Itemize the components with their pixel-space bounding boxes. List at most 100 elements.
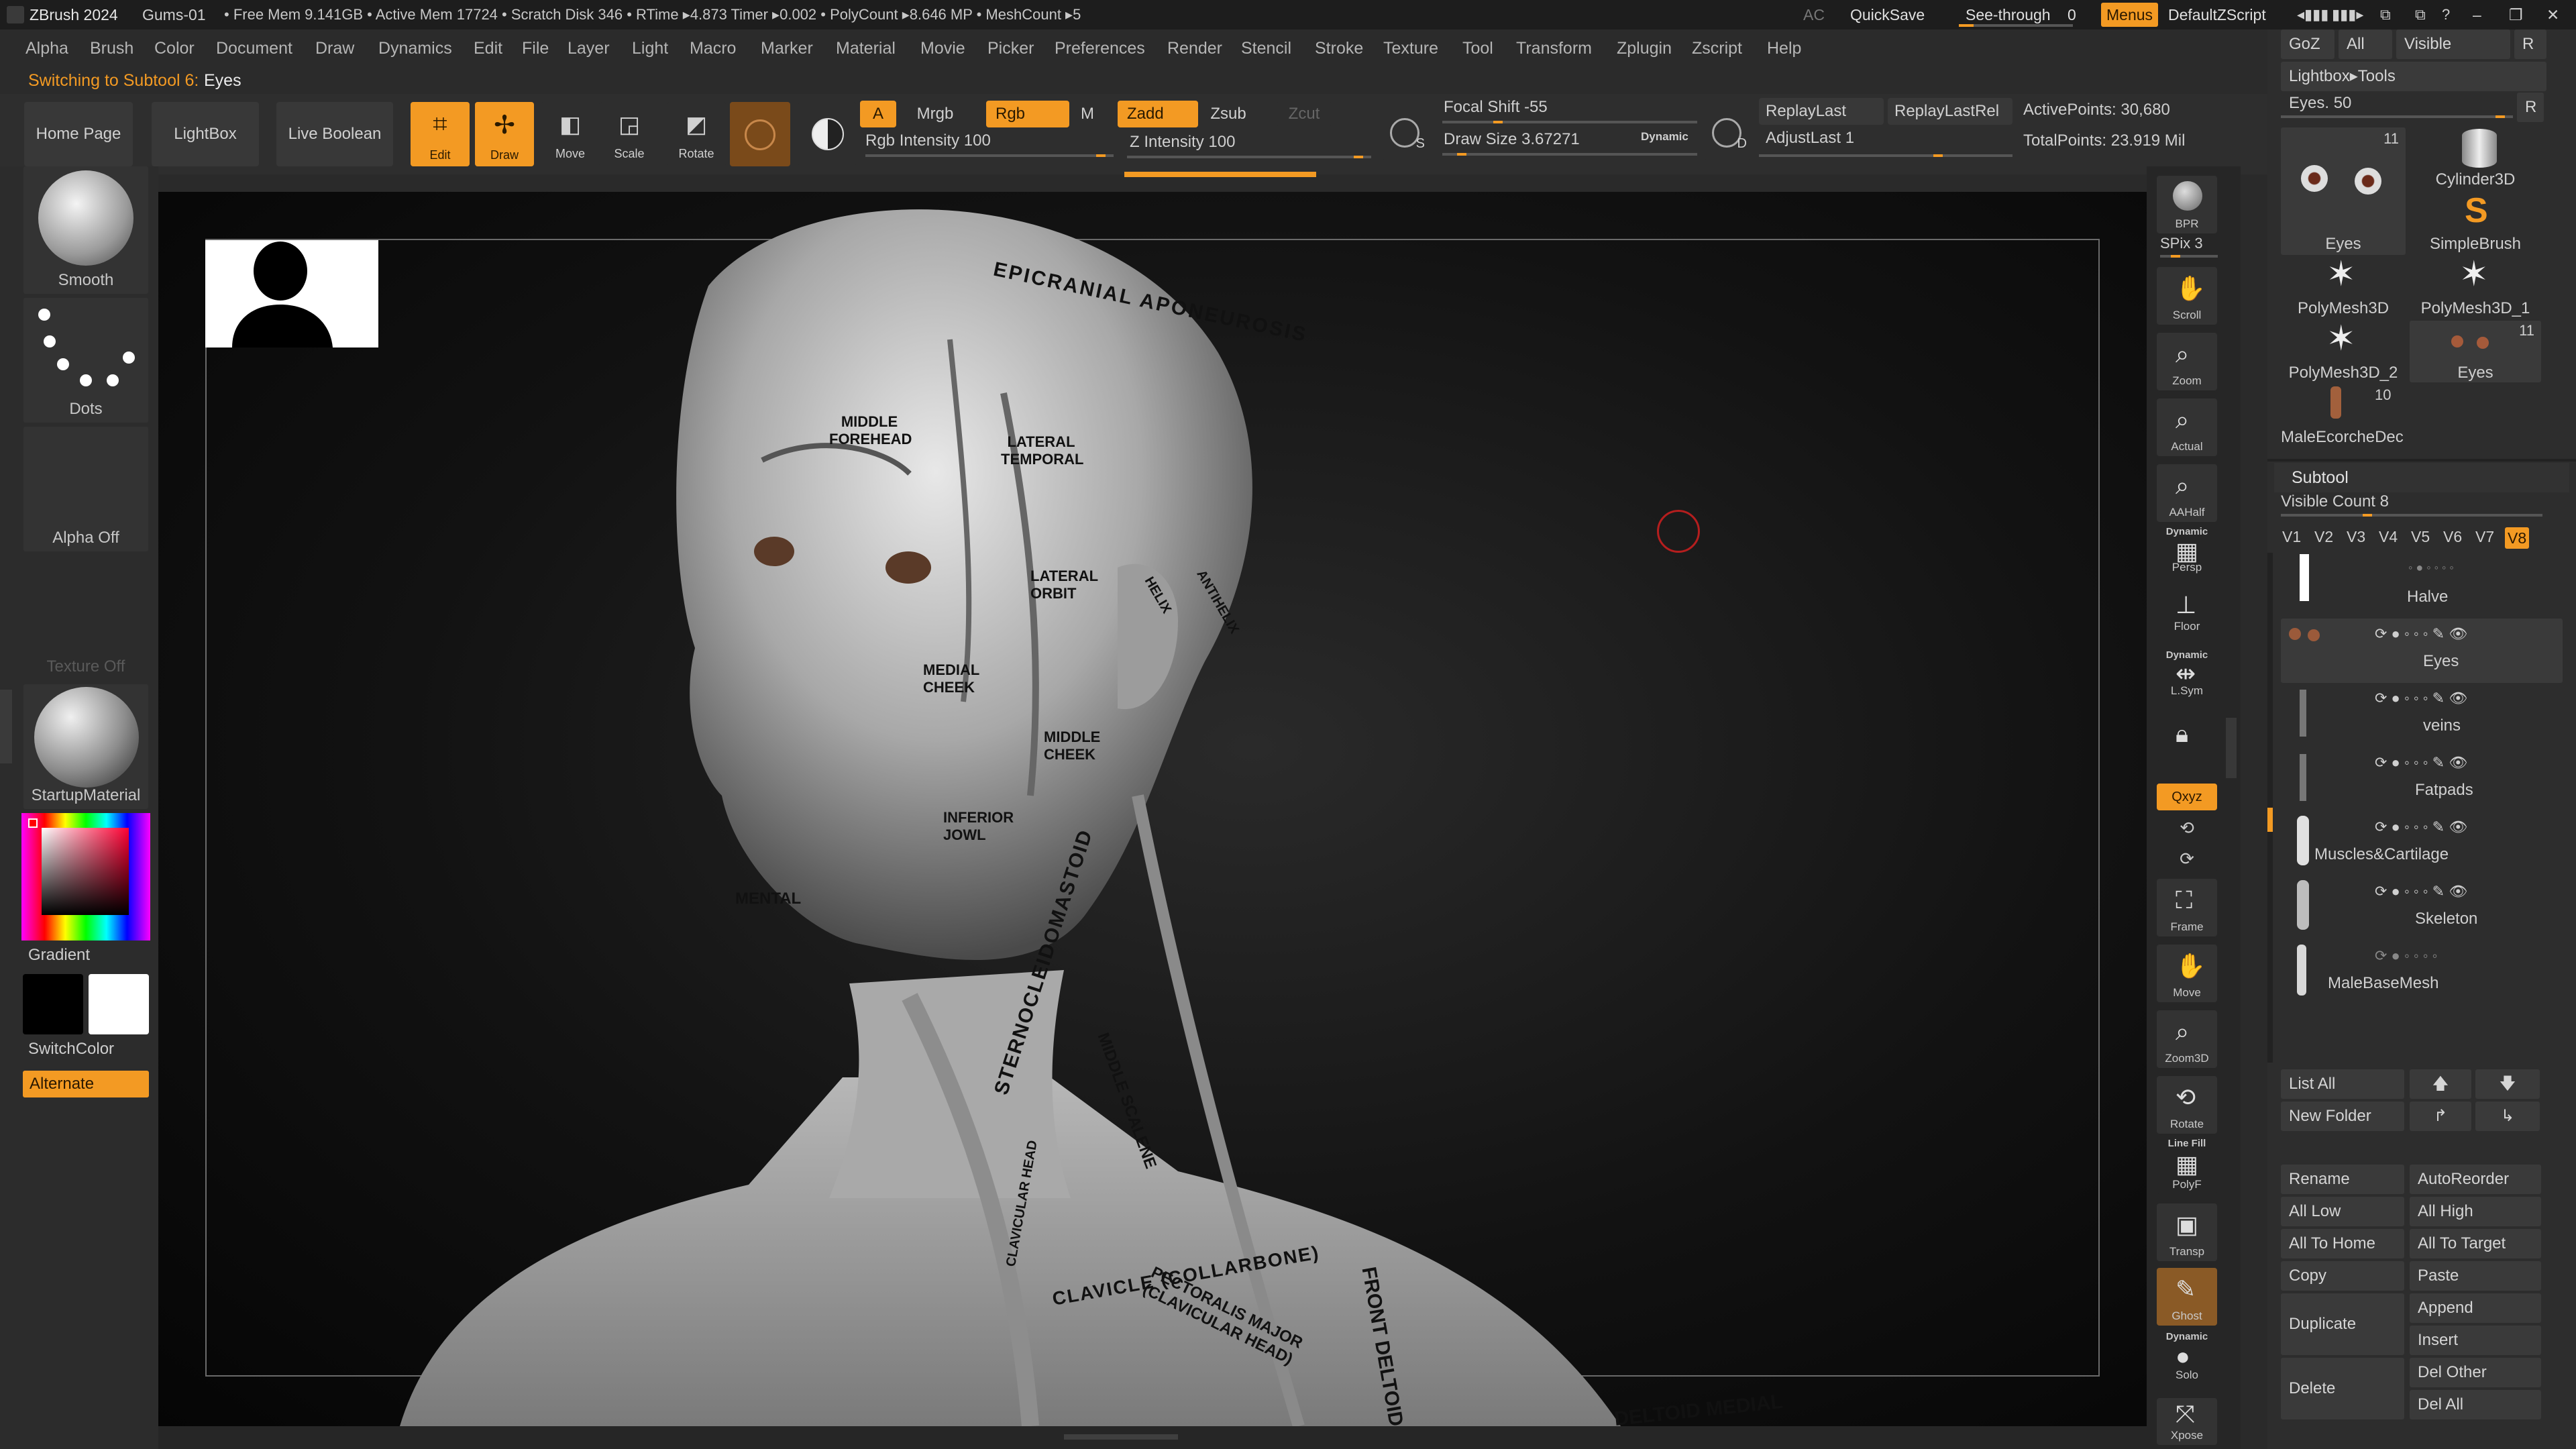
layout-2-icon[interactable]: ⧉: [2415, 0, 2426, 30]
menu-texture[interactable]: Texture: [1383, 30, 1438, 67]
tool-thumb-polymesh3d-2[interactable]: ✶ PolyMesh3D_2: [2281, 321, 2406, 382]
draw-size-slider[interactable]: [1442, 153, 1697, 156]
insert-button[interactable]: Insert: [2410, 1326, 2541, 1355]
draw-size-label[interactable]: Draw Size 3.67271: [1444, 130, 1580, 149]
zsub-toggle[interactable]: Zsub: [1202, 101, 1254, 127]
a-toggle[interactable]: A: [860, 101, 896, 127]
autoreorder-button[interactable]: AutoReorder: [2410, 1165, 2541, 1194]
menu-zscript[interactable]: Zscript: [1692, 30, 1742, 67]
menu-macro[interactable]: Macro: [690, 30, 736, 67]
tool-thumb-eyes[interactable]: 11 Eyes: [2281, 127, 2406, 255]
spix-slider[interactable]: [2160, 255, 2218, 258]
color-marker-icon[interactable]: [28, 818, 38, 828]
rotate-y-icon[interactable]: ⟲: [2157, 814, 2217, 841]
copy-button[interactable]: Copy: [2281, 1261, 2404, 1291]
dynamic-label[interactable]: Dynamic: [1641, 130, 1688, 144]
rgb-toggle[interactable]: Rgb: [986, 101, 1069, 127]
subtool-toggles-icon[interactable]: ⟳ ● ◦ ◦ ◦ ✎ 👁︎: [2375, 625, 2467, 643]
tool-thumb-maleecorche[interactable]: 10 MaleEcorcheDec: [2281, 385, 2412, 447]
move-down-arrow-icon[interactable]: 🡇: [2475, 1069, 2540, 1099]
subtool-item-muscles[interactable]: ⟳ ● ◦ ◦ ◦ ✎ 👁︎ Muscles&Cartilage: [2281, 812, 2563, 876]
all-low-button[interactable]: All Low: [2281, 1197, 2404, 1226]
folder-in-icon[interactable]: ↱: [2410, 1102, 2471, 1131]
default-zscript-button[interactable]: DefaultZScript: [2168, 0, 2266, 30]
menu-stencil[interactable]: Stencil: [1241, 30, 1291, 67]
subtool-item-fatpads[interactable]: ⟳ ● ◦ ◦ ◦ ✎ 👁︎ Fatpads: [2281, 747, 2563, 812]
main-color-swatch[interactable]: [23, 974, 83, 1034]
delete-button[interactable]: Delete: [2281, 1358, 2404, 1419]
zadd-toggle[interactable]: Zadd: [1118, 101, 1198, 127]
menu-transform[interactable]: Transform: [1516, 30, 1592, 67]
xpose-button[interactable]: ⤧ Xpose: [2157, 1398, 2217, 1445]
version-v8[interactable]: V8: [2505, 527, 2530, 549]
m-toggle[interactable]: M: [1072, 101, 1103, 127]
scroll-button[interactable]: ✋ Scroll: [2157, 267, 2217, 325]
subtool-item-veins[interactable]: ⟳ ● ◦ ◦ ◦ ✎ 👁︎ veins: [2281, 683, 2563, 747]
version-v3[interactable]: V3: [2347, 522, 2365, 551]
canvas-viewport[interactable]: EPICRANIAL APONEUROSIS MIDDLE FOREHEAD L…: [158, 192, 2147, 1436]
version-v2[interactable]: V2: [2314, 522, 2333, 551]
new-folder-button[interactable]: New Folder: [2281, 1102, 2404, 1131]
menu-movie[interactable]: Movie: [920, 30, 965, 67]
move-button[interactable]: ◧ Move: [541, 102, 600, 166]
menu-render[interactable]: Render: [1167, 30, 1222, 67]
layout-icon[interactable]: ⧉: [2380, 0, 2391, 30]
focal-shift-label[interactable]: Focal Shift -55: [1444, 98, 1548, 117]
eyes-tool-slider[interactable]: [2281, 115, 2513, 118]
alpha-selector[interactable]: Alpha Off: [23, 427, 148, 551]
d-mode-button[interactable]: D: [1704, 109, 1751, 160]
z-intensity-slider[interactable]: [1127, 156, 1371, 158]
aahalf-button[interactable]: ⌕ AAHalf: [2157, 464, 2217, 522]
mrgb-toggle[interactable]: Mrgb: [899, 101, 971, 127]
replay-last-button[interactable]: ReplayLast: [1759, 98, 1884, 125]
subtool-scrollbar[interactable]: [2267, 553, 2273, 1063]
menu-edit[interactable]: Edit: [474, 30, 502, 67]
version-v6[interactable]: V6: [2443, 522, 2462, 551]
tool-thumb-polymesh3d-1[interactable]: ✶ PolyMesh3D_1: [2410, 256, 2541, 318]
menu-dynamics[interactable]: Dynamics: [378, 30, 452, 67]
xyz-toggle[interactable]: Qxyz: [2157, 784, 2217, 810]
texture-selector[interactable]: Texture Off: [23, 555, 148, 680]
s-mode-button[interactable]: S: [1382, 109, 1429, 160]
seethrough-track[interactable]: [1959, 24, 2073, 27]
ghost-button[interactable]: ✎ Ghost: [2157, 1268, 2217, 1326]
folder-out-icon[interactable]: ↳: [2475, 1102, 2540, 1131]
zoom3d-button[interactable]: ⌕ Zoom3D: [2157, 1010, 2217, 1068]
rotate-view-button[interactable]: ⟲ Rotate: [2157, 1076, 2217, 1134]
visible-count-slider[interactable]: [2281, 514, 2542, 517]
adjust-last-slider[interactable]: [1759, 154, 2012, 157]
close-icon[interactable]: ✕: [2546, 0, 2559, 30]
material-swatch[interactable]: [730, 102, 790, 166]
menu-document[interactable]: Document: [216, 30, 292, 67]
del-other-button[interactable]: Del Other: [2410, 1358, 2541, 1387]
menu-material[interactable]: Material: [836, 30, 896, 67]
subtool-item-malebasemesh[interactable]: ⟳ ● ◦ ◦ ◦ ◦ MaleBaseMesh: [2281, 941, 2563, 1005]
color-square[interactable]: [42, 828, 129, 915]
transp-button[interactable]: ▣ Transp: [2157, 1203, 2217, 1261]
bpr-button[interactable]: BPR: [2157, 176, 2217, 233]
version-v5[interactable]: V5: [2411, 522, 2430, 551]
tray-toggle-icon[interactable]: ◂▮▮▮: [2297, 0, 2328, 30]
edit-button[interactable]: ⌗ Edit: [411, 102, 470, 166]
subtool-item-skeleton[interactable]: ⟳ ● ◦ ◦ ◦ ✎ 👁︎ Skeleton: [2281, 876, 2563, 941]
subtool-toggles-icon[interactable]: ⟳ ● ◦ ◦ ◦ ✎ 👁︎: [2375, 818, 2467, 836]
right-shelf-collapse-handle[interactable]: [2226, 718, 2237, 778]
rotate-button[interactable]: ◩ Rotate: [667, 102, 726, 166]
live-boolean-button[interactable]: Live Boolean: [276, 102, 393, 166]
tool-r-button[interactable]: R: [2517, 93, 2544, 122]
paste-button[interactable]: Paste: [2410, 1261, 2541, 1291]
color-picker[interactable]: [21, 813, 150, 941]
tool-thumb-cylinder3d[interactable]: Cylinder3D: [2410, 127, 2541, 189]
polyf-button[interactable]: Line Fill ▦ PolyF: [2157, 1138, 2217, 1194]
version-v1[interactable]: V1: [2282, 522, 2301, 551]
menu-picker[interactable]: Picker: [987, 30, 1034, 67]
rgb-intensity-slider[interactable]: [865, 154, 1114, 157]
menu-zplugin[interactable]: Zplugin: [1617, 30, 1672, 67]
rename-button[interactable]: Rename: [2281, 1165, 2404, 1194]
menu-alpha[interactable]: Alpha: [25, 30, 68, 67]
stroke-selector[interactable]: Dots: [23, 298, 148, 423]
tool-thumb-polymesh3d[interactable]: ✶ PolyMesh3D: [2281, 256, 2406, 318]
ac-label[interactable]: AC: [1803, 0, 1825, 30]
adjust-last-label[interactable]: AdjustLast 1: [1766, 129, 1854, 148]
quicksave-button[interactable]: QuickSave: [1850, 0, 1925, 30]
